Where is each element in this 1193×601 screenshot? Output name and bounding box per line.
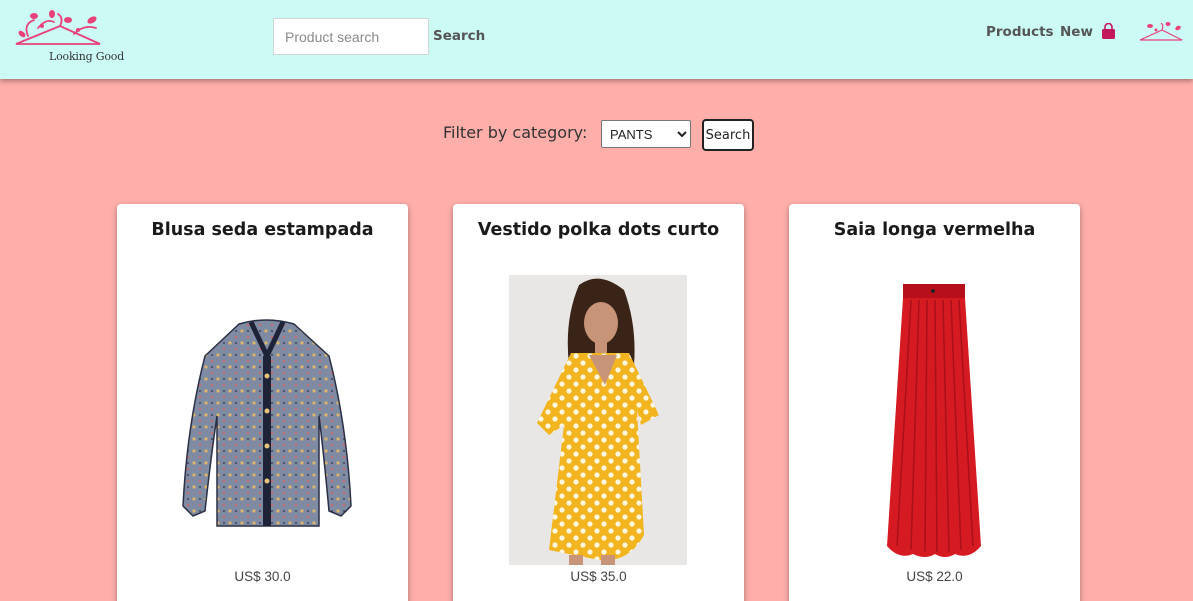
product-search-input[interactable] [273,18,429,55]
filter-search-button[interactable]: Search [702,119,754,151]
product-price: US$ 35.0 [570,569,627,584]
nav-new-link[interactable]: New [1060,24,1093,40]
brand-name: Looking Good [49,50,125,63]
product-title: Blusa seda estampada [151,220,374,240]
product-card[interactable]: Vestido polka dots curto US$ 35.0 [453,204,744,601]
filter-label: Filter by category: [443,123,588,142]
brand-logo[interactable]: Looking Good [8,6,128,68]
hanger-mini-logo-icon [1139,22,1183,41]
product-title: Vestido polka dots curto [477,220,720,240]
top-navbar: Looking Good Search Products New [0,0,1193,79]
product-card[interactable]: Blusa seda estampada US$ 30.0 [117,204,408,601]
product-card[interactable]: Saia longa vermelha US$ 22.0 [789,204,1080,601]
product-price: US$ 22.0 [906,569,963,584]
product-title: Saia longa vermelha [833,220,1036,240]
product-price: US$ 30.0 [234,569,291,584]
header-search-button[interactable]: Search [433,28,485,44]
category-select[interactable]: PANTS [601,120,691,148]
long-red-pleated-skirt-image[interactable] [885,284,983,560]
nav-products-link[interactable]: Products [986,24,1054,40]
shopping-bag-icon[interactable] [1101,23,1116,40]
yellow-polka-dot-dress-image[interactable] [509,275,687,565]
printed-silk-blouse-image[interactable] [179,316,354,531]
